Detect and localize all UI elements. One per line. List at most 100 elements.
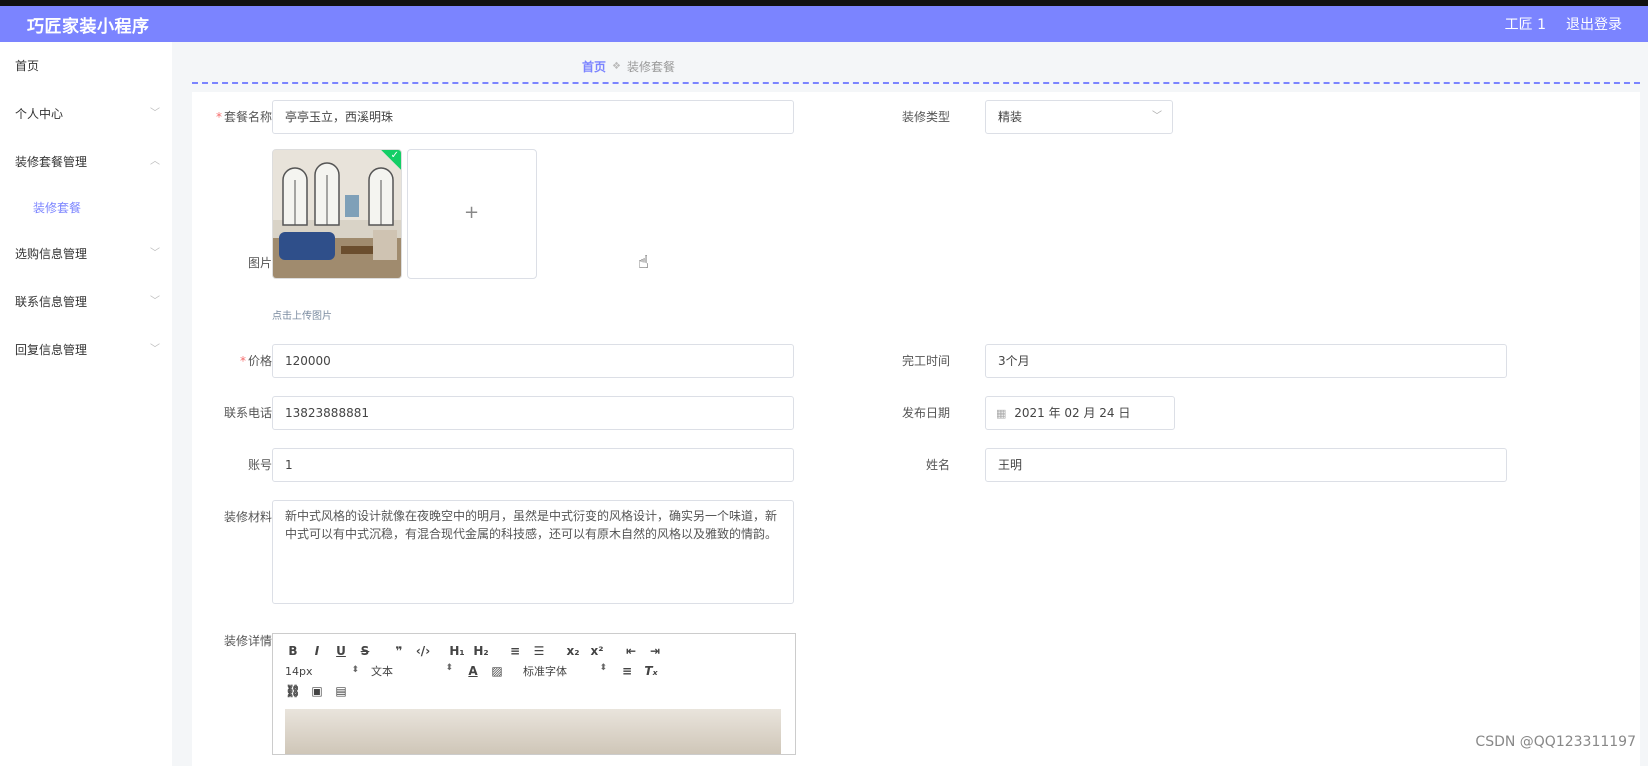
label-text: 价格 — [247, 354, 272, 368]
editor-toolbar-row-3: ⛓ ▣ ▤ — [285, 682, 357, 700]
name-input[interactable]: 王明 — [985, 448, 1507, 482]
uploaded-image-thumbnail[interactable]: ✓ — [272, 149, 402, 279]
account-label: 账号 — [247, 458, 272, 472]
link-icon[interactable]: ⛓ — [285, 684, 301, 698]
align-icon[interactable]: ≡ — [619, 664, 635, 678]
font-color-icon[interactable]: A — [465, 664, 481, 678]
sidebar-item-home[interactable]: 首页 — [0, 42, 172, 90]
clear-format-icon[interactable]: Tₓ — [643, 664, 659, 678]
bullet-list-icon[interactable]: ☰ — [531, 644, 547, 658]
heading-1-icon[interactable]: H₁ — [449, 644, 465, 658]
chevron-down-icon: ﹀ — [150, 296, 160, 307]
heading-2-icon[interactable]: H₂ — [473, 644, 489, 658]
sidebar-item-reply-management[interactable]: 回复信息管理 ﹀ — [0, 326, 172, 374]
watermark: CSDN @QQ123311197 — [1475, 734, 1636, 750]
indent-icon[interactable]: ⇥ — [647, 644, 663, 658]
publish-date-label: 发布日期 — [901, 406, 950, 420]
name-label: 姓名 — [925, 458, 950, 472]
completion-time-label: 完工时间 — [901, 354, 950, 368]
app-header: 巧匠家装小程序 工匠 1 退出登录 — [0, 6, 1648, 42]
details-label: 装修详情 — [223, 634, 272, 648]
image-upload-button[interactable]: + — [407, 149, 537, 279]
sidebar-item-label: 首页 — [15, 59, 40, 73]
video-icon[interactable]: ▤ — [333, 684, 349, 698]
sidebar-item-label: 回复信息管理 — [15, 343, 88, 357]
required-mark: * — [239, 354, 246, 368]
calendar-icon: ▦ — [996, 407, 1007, 420]
input-value: 王明 — [998, 458, 1023, 472]
upload-tip: 点击上传图片 — [272, 311, 332, 322]
phone-label: 联系电话 — [223, 406, 272, 420]
required-mark: * — [215, 110, 222, 124]
outdent-icon[interactable]: ⇤ — [623, 644, 639, 658]
chevron-down-icon: ﹀ — [150, 248, 160, 259]
editor-content-image — [285, 709, 781, 754]
image-label: 图片 — [247, 256, 272, 270]
sidebar-item-label: 装修套餐 — [33, 201, 82, 215]
divider — [192, 82, 1640, 84]
package-name-label: * 套餐名称 — [192, 108, 272, 125]
sidebar-item-label: 选购信息管理 — [15, 247, 88, 261]
input-value: 13823888881 — [285, 406, 369, 420]
completion-time-input[interactable]: 3个月 — [985, 344, 1507, 378]
sidebar-item-purchase-management[interactable]: 选购信息管理 ﹀ — [0, 230, 172, 278]
input-value: 1 — [285, 458, 293, 472]
logout-button[interactable]: 退出登录 — [1566, 14, 1622, 34]
current-user[interactable]: 工匠 1 — [1505, 14, 1546, 34]
input-value: 3个月 — [998, 354, 1030, 368]
breadcrumb-separator-icon: ❖ — [612, 61, 621, 72]
bold-icon[interactable]: B — [285, 644, 301, 658]
input-value: 120000 — [285, 354, 331, 368]
textarea-value: 新中式风格的设计就像在夜晚空中的明月，虽然是中式衍变的风格设计，确实另一个味道，… — [285, 509, 778, 541]
phone-input[interactable]: 13823888881 — [272, 396, 794, 430]
image-icon[interactable]: ▣ — [309, 684, 325, 698]
materials-label: 装修材料 — [223, 510, 272, 524]
form-panel: * 套餐名称 亭亭玉立，西溪明珠 装修类型 精装 ﹀ 图片 ✓ + 点击上传图片… — [192, 92, 1640, 782]
subscript-icon[interactable]: x₂ — [565, 644, 581, 658]
plus-icon: + — [464, 202, 480, 223]
materials-textarea[interactable]: 新中式风格的设计就像在夜晚空中的明月，虽然是中式衍变的风格设计，确实另一个味道，… — [272, 500, 794, 604]
code-block-icon[interactable]: ‹/› — [415, 644, 431, 658]
editor-toolbar-row-2: 14px 文本 A ▨ 标准字体 ≡ Tₓ — [285, 662, 667, 680]
account-input[interactable]: 1 — [272, 448, 794, 482]
chevron-up-icon: ︿ — [150, 156, 160, 167]
input-value: 2021 年 02 月 24 日 — [1014, 406, 1131, 420]
blockquote-icon[interactable]: ❞ — [391, 644, 407, 658]
ordered-list-icon[interactable]: ≡ — [507, 644, 523, 658]
editor-toolbar-row-1: B I U S ❞ ‹/› H₁ H₂ ≡ ☰ x₂ x² ⇤ ⇥ — [285, 642, 671, 660]
breadcrumb: 首页 ❖ 装修套餐 — [582, 58, 675, 75]
package-name-input[interactable]: 亭亭玉立，西溪明珠 — [272, 100, 794, 134]
decoration-type-select[interactable]: 精装 ﹀ — [985, 100, 1173, 134]
sidebar-item-contact-management[interactable]: 联系信息管理 ﹀ — [0, 278, 172, 326]
pointer-hand-icon: ☝ — [638, 252, 649, 273]
sidebar-item-package-management[interactable]: 装修套餐管理 ︿ — [0, 138, 172, 186]
sidebar-item-personal-center[interactable]: 个人中心 ﹀ — [0, 90, 172, 138]
price-input[interactable]: 120000 — [272, 344, 794, 378]
rich-text-editor[interactable]: B I U S ❞ ‹/› H₁ H₂ ≡ ☰ x₂ x² ⇤ ⇥ 14px ⬍… — [272, 633, 796, 755]
main-content: 首页 ❖ 装修套餐 *套餐名称 亭亭玉立，西溪明珠 装修类型 精装 ﹀ 图片 — [172, 42, 1648, 782]
chevron-down-icon: ﹀ — [1152, 111, 1162, 122]
price-label: * 价格 — [192, 352, 272, 369]
input-value: 亭亭玉立，西溪明珠 — [285, 110, 394, 124]
italic-icon[interactable]: I — [309, 644, 325, 658]
superscript-icon[interactable]: x² — [589, 644, 605, 658]
format-select[interactable]: 文本 — [371, 663, 453, 679]
check-icon: ✓ — [390, 150, 399, 161]
decoration-type-label: 装修类型 — [901, 110, 950, 124]
sidebar-item-label: 个人中心 — [15, 107, 64, 121]
header-actions: 工匠 1 退出登录 — [1505, 6, 1622, 42]
sidebar: 首页 个人中心 ﹀ 装修套餐管理 ︿ 装修套餐 选购信息管理 ﹀ 联系信息管理 … — [0, 42, 173, 766]
sidebar-subitem-package[interactable]: 装修套餐 — [0, 186, 172, 230]
select-value: 精装 — [998, 110, 1023, 124]
background-color-icon[interactable]: ▨ — [489, 664, 505, 678]
breadcrumb-home[interactable]: 首页 — [582, 58, 606, 75]
chevron-down-icon: ﹀ — [150, 108, 160, 119]
breadcrumb-current: 装修套餐 — [626, 60, 675, 74]
chevron-down-icon: ﹀ — [150, 344, 160, 355]
strikethrough-icon[interactable]: S — [357, 644, 373, 658]
underline-icon[interactable]: U — [333, 644, 349, 658]
font-size-select[interactable]: 14px — [285, 665, 359, 678]
font-family-select[interactable]: 标准字体 — [523, 663, 607, 679]
sidebar-item-label: 联系信息管理 — [15, 295, 88, 309]
publish-date-picker[interactable]: ▦ 2021 年 02 月 24 日 — [985, 396, 1175, 430]
